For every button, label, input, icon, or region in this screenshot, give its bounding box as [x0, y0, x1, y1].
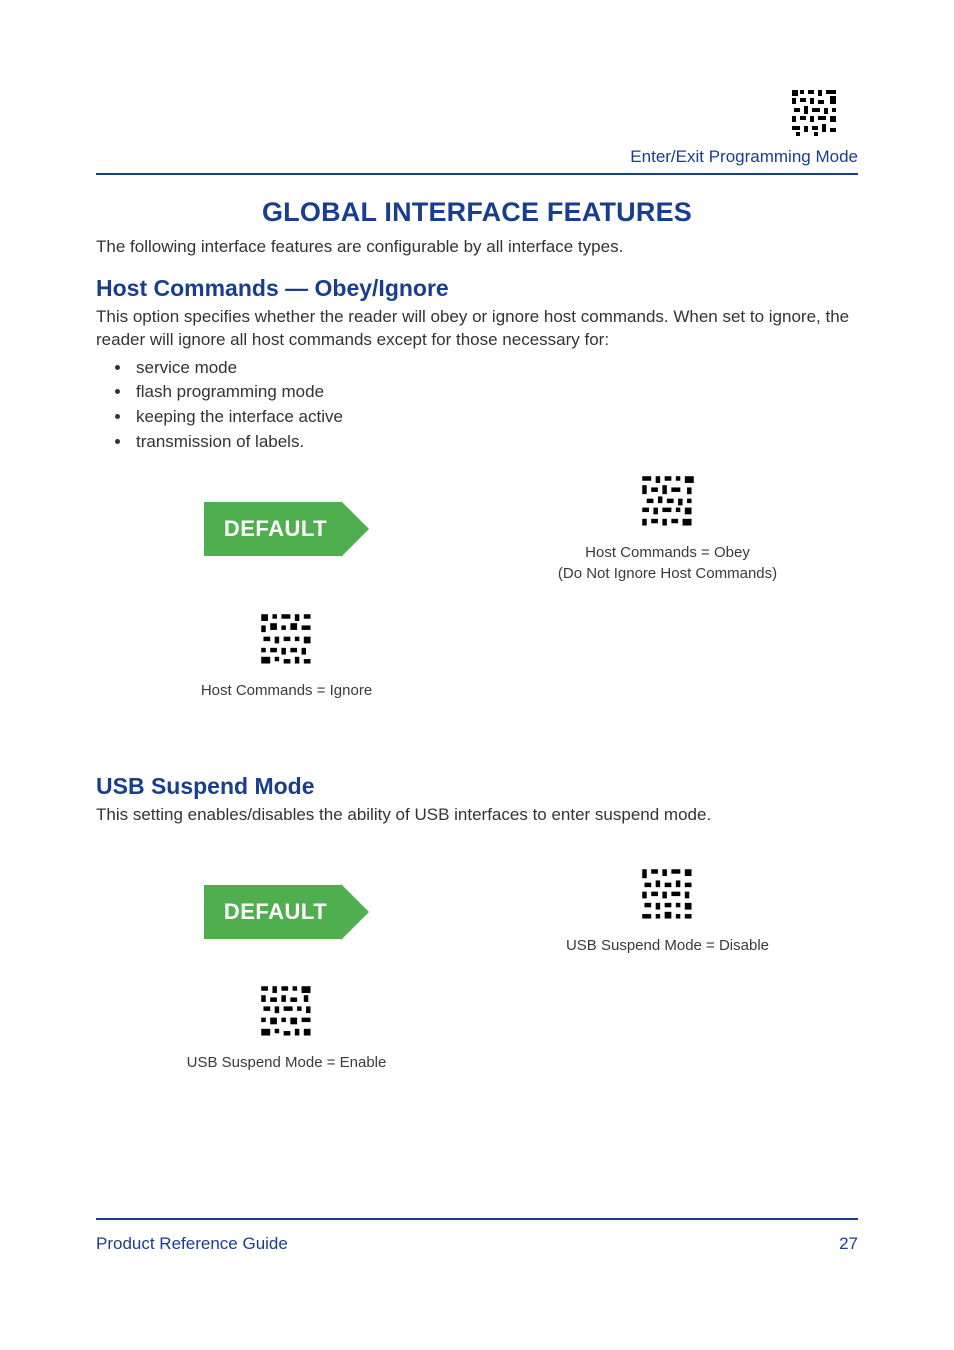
- programming-mode-label: Enter/Exit Programming Mode: [96, 147, 858, 167]
- arrow-point-icon: [341, 501, 369, 557]
- footer-divider: [96, 1218, 858, 1220]
- arrow-point-icon: [341, 884, 369, 940]
- usb-suspend-enable-barcode-icon: [259, 984, 315, 1040]
- bullet-item: flash programming mode: [132, 380, 858, 405]
- header-block: Enter/Exit Programming Mode: [96, 88, 858, 167]
- section2-desc: This setting enables/disables the abilit…: [96, 804, 858, 827]
- section2-row1: DEFAULT USB Suspend Mode = Disable: [96, 867, 858, 956]
- page-title: GLOBAL INTERFACE FEATURES: [96, 197, 858, 228]
- default-arrow-icon: DEFAULT: [204, 501, 369, 557]
- host-commands-obey-barcode-icon: [640, 474, 696, 530]
- header-divider: [96, 173, 858, 175]
- default-label: DEFAULT: [204, 885, 341, 939]
- caption-line2: (Do Not Ignore Host Commands): [558, 565, 777, 582]
- footer-guide-name: Product Reference Guide: [96, 1234, 288, 1254]
- section1-row1: DEFAULT Host Commands = Obey: [96, 474, 858, 584]
- usb-suspend-enable-caption: USB Suspend Mode = Enable: [96, 1053, 477, 1073]
- default-arrow-icon: DEFAULT: [204, 884, 369, 940]
- section1-desc: This option specifies whether the reader…: [96, 306, 858, 352]
- bullet-item: transmission of labels.: [132, 430, 858, 455]
- intro-text: The following interface features are con…: [96, 236, 858, 259]
- bullet-item: keeping the interface active: [132, 405, 858, 430]
- page-footer: Product Reference Guide 27: [96, 1218, 858, 1254]
- section2-row2: USB Suspend Mode = Enable: [96, 984, 858, 1073]
- host-commands-ignore-caption: Host Commands = Ignore: [96, 681, 477, 701]
- default-label: DEFAULT: [204, 502, 341, 556]
- section-heading-host-commands: Host Commands — Obey/Ignore: [96, 275, 858, 302]
- usb-suspend-disable-caption: USB Suspend Mode = Disable: [477, 936, 858, 956]
- caption-line1: Host Commands = Obey: [585, 544, 750, 561]
- host-commands-obey-caption: Host Commands = Obey (Do Not Ignore Host…: [477, 543, 858, 584]
- host-commands-ignore-barcode-icon: [259, 612, 315, 668]
- section-heading-usb-suspend: USB Suspend Mode: [96, 773, 858, 800]
- bullet-item: service mode: [132, 356, 858, 381]
- footer-page-number: 27: [839, 1234, 858, 1254]
- programming-mode-barcode-icon: [790, 88, 840, 138]
- section1-bullets: service mode flash programming mode keep…: [132, 356, 858, 455]
- section1-row2: Host Commands = Ignore: [96, 612, 858, 701]
- usb-suspend-disable-barcode-icon: [640, 867, 696, 923]
